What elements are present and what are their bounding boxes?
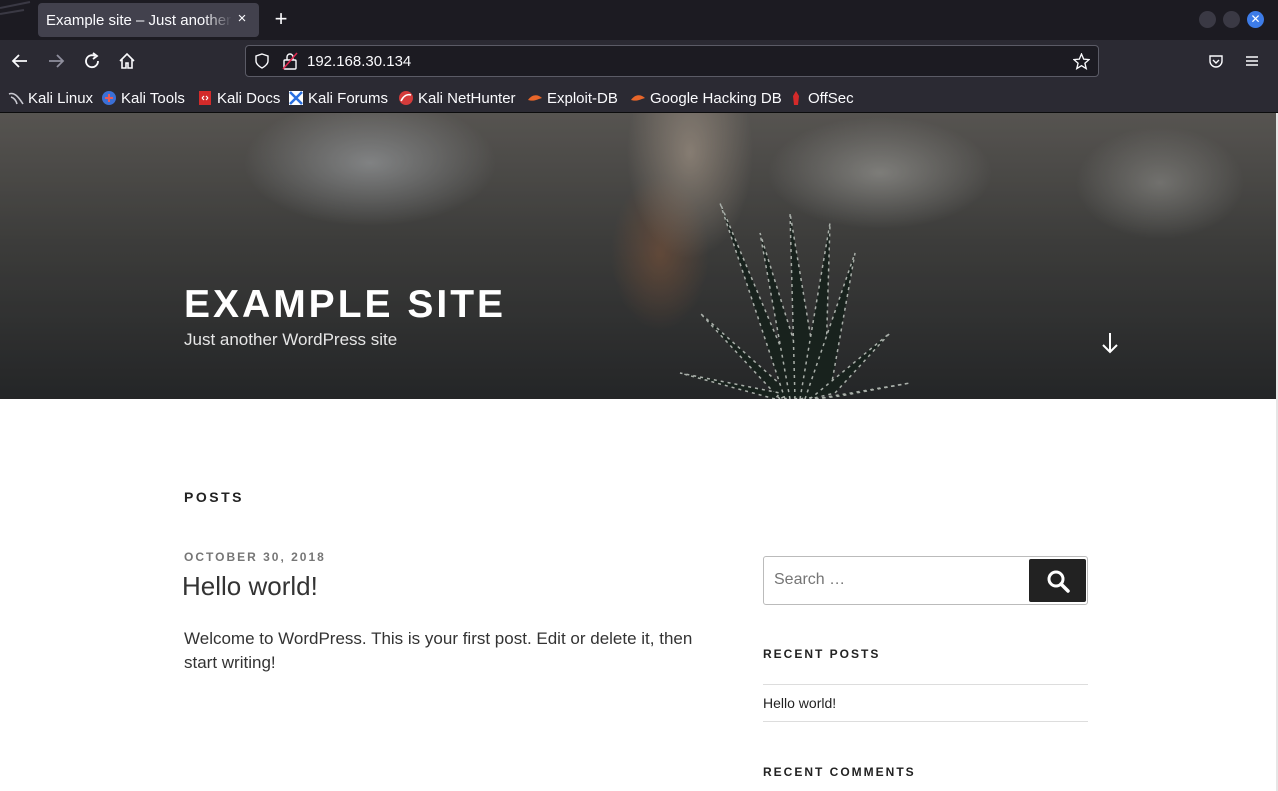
maximize-button[interactable]	[1223, 11, 1240, 28]
recent-post-link[interactable]: Hello world!	[763, 695, 836, 711]
pocket-icon	[1209, 55, 1223, 68]
search-icon	[1047, 570, 1070, 593]
browser-titlebar: Example site – Just another WordPress si…	[0, 0, 1278, 40]
bookmark-kali-linux[interactable]: Kali Linux	[8, 88, 93, 108]
recent-posts-heading: RECENT POSTS	[763, 647, 881, 661]
nethunter-icon	[399, 91, 413, 105]
bookmark-offsec[interactable]: OffSec	[788, 88, 854, 108]
kali-tools-icon	[102, 91, 116, 105]
kali-dragon-icon	[8, 92, 24, 105]
url-text[interactable]: 192.168.30.134	[307, 53, 411, 70]
minimize-button[interactable]	[1199, 11, 1216, 28]
address-bar[interactable]: 192.168.30.134	[245, 45, 1099, 77]
home-button[interactable]	[115, 49, 139, 73]
divider	[763, 684, 1088, 685]
forward-arrow-icon	[49, 54, 65, 68]
recent-comments-heading: RECENT COMMENTS	[763, 765, 916, 779]
exploit-db-icon	[528, 95, 542, 101]
offsec-icon	[793, 91, 799, 105]
menu-button[interactable]	[1240, 49, 1264, 73]
back-arrow-icon	[11, 54, 27, 68]
post-title[interactable]: Hello world!	[182, 571, 318, 602]
bookmark-label: Kali Linux	[28, 89, 94, 107]
kali-docs-icon	[199, 91, 211, 105]
bookmark-kali-tools[interactable]: Kali Tools	[101, 88, 185, 108]
bookmark-kali-nethunter[interactable]: Kali NetHunter	[398, 88, 516, 108]
hamburger-menu-icon	[1246, 56, 1258, 66]
bookmark-label: Exploit-DB	[547, 89, 618, 107]
tab-active[interactable]: Example site – Just another WordPress si…	[38, 3, 259, 37]
home-icon	[119, 52, 135, 69]
bookmarks-toolbar: Kali Linux Kali Tools Kali Docs Kali For…	[0, 82, 1278, 113]
navigation-toolbar: 192.168.30.134	[0, 40, 1278, 82]
bookmark-label: Kali Forums	[308, 89, 389, 107]
ghdb-icon	[631, 95, 645, 101]
window-decoration-icon	[0, 1, 31, 15]
search-form	[763, 556, 1088, 605]
posts-heading: POSTS	[184, 489, 244, 505]
bookmark-google-hacking-db[interactable]: Google Hacking DB	[630, 88, 782, 108]
site-description: Just another WordPress site	[184, 330, 398, 349]
header-overlay	[0, 113, 1276, 399]
pocket-button[interactable]	[1204, 49, 1228, 73]
bookmark-label: Google Hacking DB	[650, 89, 782, 107]
back-button[interactable]	[8, 49, 32, 73]
site-title[interactable]: EXAMPLE SITE	[184, 283, 506, 327]
tab-title: Example site – Just another WordPress si…	[46, 11, 232, 29]
new-tab-button[interactable]: +	[270, 8, 292, 30]
bookmark-star-icon[interactable]	[1073, 53, 1090, 70]
bookmark-label: Kali NetHunter	[418, 89, 516, 107]
post-excerpt: Welcome to WordPress. This is your first…	[184, 629, 693, 672]
reload-button[interactable]	[80, 49, 104, 73]
search-input[interactable]	[774, 571, 1014, 589]
bookmark-kali-docs[interactable]: Kali Docs	[197, 88, 280, 108]
bookmark-exploit-db[interactable]: Exploit-DB	[527, 88, 618, 108]
bookmark-label: OffSec	[808, 89, 854, 107]
scroll-down-arrow-icon[interactable]	[1100, 331, 1120, 355]
reload-icon	[85, 52, 99, 69]
bookmark-label: Kali Tools	[121, 89, 185, 107]
window-close-button[interactable]: ✕	[1247, 11, 1264, 28]
shield-icon[interactable]	[254, 53, 270, 69]
post-date[interactable]: OCTOBER 30, 2018	[184, 550, 326, 564]
forward-button[interactable]	[44, 49, 68, 73]
bookmark-label: Kali Docs	[217, 89, 281, 107]
tab-close-button[interactable]: ×	[233, 10, 251, 28]
bookmark-kali-forums[interactable]: Kali Forums	[288, 88, 388, 108]
header-image: EXAMPLE SITE Just another WordPress site	[0, 113, 1276, 399]
kali-forums-icon	[289, 91, 303, 105]
insecure-lock-icon[interactable]	[282, 52, 298, 70]
search-button[interactable]	[1029, 559, 1086, 602]
divider	[763, 721, 1088, 722]
